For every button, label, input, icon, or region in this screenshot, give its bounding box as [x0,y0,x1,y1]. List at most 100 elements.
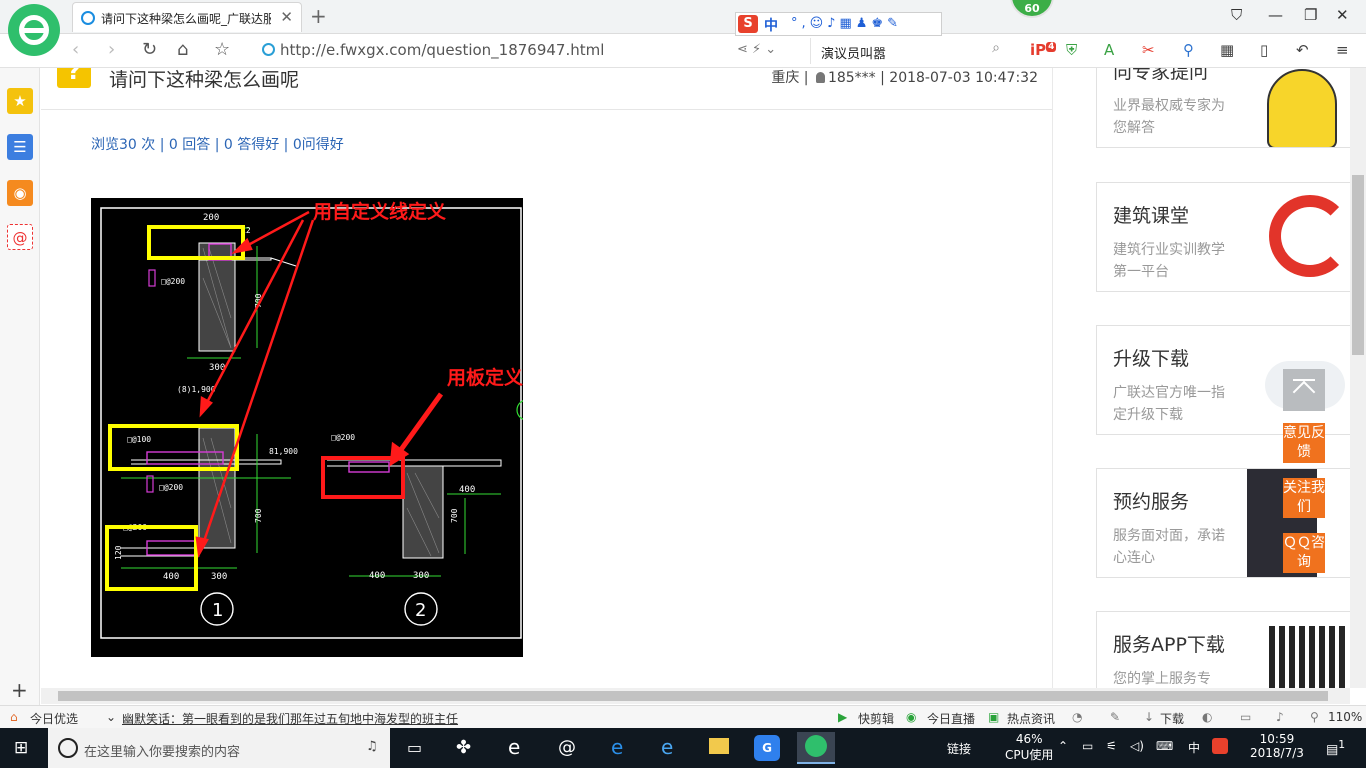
minimize-icon[interactable]: — [1268,6,1283,24]
email-icon[interactable]: @ [7,224,33,250]
file-explorer-icon[interactable] [700,732,738,764]
detail-1-upper: 200 300 □@200 (8)1,900 700 12 [148,213,297,394]
ime-language[interactable]: 中 [764,15,778,35]
zoom-icon[interactable]: ⚲ [1310,710,1319,724]
undo-icon[interactable]: ↶ [1296,41,1309,59]
search-query[interactable]: 演议员叫嚣 [821,43,886,62]
swirl-app-icon[interactable]: @ [548,732,586,764]
today-live-link[interactable]: 今日直播 [927,710,975,727]
back-icon[interactable]: ‹ [72,39,79,60]
ext-ip-icon[interactable]: iP 4 [1030,41,1057,59]
refresh-icon[interactable]: ↻ [142,39,157,60]
gift-icon[interactable]: ⌂ [10,710,18,724]
weibo-icon[interactable]: ◉ [7,180,33,206]
restore-icon[interactable]: ❐ [1304,6,1317,24]
horizontal-scroll-thumb[interactable] [58,691,1328,701]
share-icon[interactable]: ⋖ ⚡ ⌄ [737,42,776,57]
card-classroom[interactable]: 建筑课堂 建筑行业实训教学第一平台 [1096,182,1350,292]
question-title: 请问下这种梁怎么画呢 [109,69,300,91]
card-app-download[interactable]: 服务APP下载 您的掌上服务专 [1096,611,1350,688]
sogou-tray-icon[interactable] [1212,738,1228,754]
title-bar: 请问下这种梁怎么画呢_广联达服 ✕ + 60 ⛉ — ❐ ✕ [0,0,1366,34]
download-icon[interactable]: ↓ [1144,710,1154,724]
zoom-level[interactable]: 110% [1328,710,1362,724]
dim-700-3: 700 [450,508,459,523]
taskbar-search-placeholder[interactable]: 在这里输入你要搜索的内容 [84,741,240,760]
browser-tab[interactable]: 请问下这种梁怎么画呢_广联达服 ✕ [72,2,302,32]
reading-list-icon[interactable]: ☰ [7,134,33,160]
vertical-scroll-thumb[interactable] [1352,175,1364,355]
today-picks-link[interactable]: 今日优选 [30,710,78,727]
keyboard-icon[interactable]: ⌨ [1156,739,1173,753]
new-tab-button[interactable]: + [310,4,327,28]
screenshot-icon[interactable]: ✂ [1142,41,1155,59]
question-user[interactable]: 185*** [828,70,876,86]
score-badge[interactable]: 60 [1010,0,1054,18]
add-sidebar-icon[interactable]: + [11,678,28,702]
home-icon[interactable]: ⌂ [177,39,188,60]
ime-toolbar[interactable]: S 中 °,☺♪▦♟♚✎ [735,12,942,36]
tab-close-icon[interactable]: ✕ [280,8,293,26]
window-icon[interactable]: ▭ [1240,710,1251,724]
link-toolbar[interactable]: 链接 [947,740,971,757]
active-browser-icon[interactable] [797,732,835,764]
network-icon[interactable]: ⚟ [1106,739,1117,753]
ime-tray[interactable]: 中 [1188,739,1200,756]
feedback-button[interactable]: 意见反馈 [1283,423,1325,463]
hot-news-link[interactable]: 热点资讯 [1007,710,1055,727]
card-ask-expert[interactable]: 向专家提问 业界最权威专家为您解答 [1096,68,1350,148]
qq-consult-button[interactable]: ＱＱ咨询 [1283,533,1325,573]
clip-icon: ▶ [838,710,848,724]
search-box[interactable]: 演议员叫嚣 ⌕ [810,38,1010,64]
sogou-icon[interactable]: S [738,15,758,33]
zoom-search-icon[interactable]: ⚲ [1183,41,1194,59]
phone-icon[interactable]: ▯ [1260,41,1268,59]
ime-tools-icon[interactable]: °,☺♪▦♟♚✎ [791,16,902,31]
quick-clip-link[interactable]: 快剪辑 [858,710,894,727]
pin-icon[interactable]: ✎ [1110,710,1120,724]
task-view-icon[interactable]: ▭ [398,732,436,764]
tray-chevron-icon[interactable]: ⌃ [1058,739,1068,753]
favorites-star-icon[interactable]: ★ [7,88,33,114]
glodon-app-icon[interactable]: G [748,732,786,764]
battery-icon[interactable]: ▭ [1082,739,1093,753]
browser-e-icon[interactable]: e [498,732,536,764]
news-ticker-link[interactable]: 幽默笑话：第一眼看到的是我们那年过五旬地中海发型的班主任 [122,710,458,727]
follow-us-button[interactable]: 关注我们 [1283,478,1325,518]
back-to-top-button[interactable] [1283,369,1325,411]
card-title: 向专家提问 [1113,68,1209,83]
shield-icon[interactable]: ⛨ [1066,41,1077,59]
download-link[interactable]: 下载 [1160,710,1184,727]
card-desc: 您的掌上服务专 [1113,671,1211,687]
search-icon[interactable]: ⌕ [992,40,1000,56]
favorite-star-icon[interactable]: ☆ [214,39,230,60]
windows-start-icon[interactable]: ⊞ [14,738,28,758]
speed-icon[interactable]: ◔ [1072,710,1082,724]
annotation-slab: 用板定义 [447,366,523,389]
cpu-usage[interactable]: 46% CPU使用 [1005,732,1053,763]
volume-tray-icon[interactable]: ◁) [1130,739,1144,753]
chevron-down-icon[interactable]: ⌄ [106,710,116,724]
edge-icon[interactable]: e [600,732,638,764]
cortana-icon[interactable] [58,738,78,758]
url-field[interactable]: http://e.fwxgx.com/question_1876947.html [262,41,604,59]
accelerate-icon[interactable]: ◐ [1202,710,1212,724]
menu-icon[interactable]: ≡ [1336,41,1349,59]
skin-icon[interactable]: ⛉ [1231,6,1242,24]
question-location: 重庆 | [771,70,809,86]
browser-logo[interactable] [8,4,60,56]
clock[interactable]: 10:59 2018/7/3 [1250,732,1304,760]
apps-grid-icon[interactable]: ▦ [1220,41,1234,59]
cad-drawing-image[interactable]: 200 300 □@200 (8)1,900 700 12 □@100 □@20… [91,198,523,657]
close-window-icon[interactable]: ✕ [1336,6,1349,24]
forward-icon[interactable]: › [108,39,115,60]
notification-icon[interactable]: ▤1 [1326,738,1345,757]
ie-icon[interactable]: e [650,732,688,764]
taskbar-search[interactable]: 在这里输入你要搜索的内容 ♫ [48,728,390,768]
fan-app-icon[interactable]: ✤ [446,732,484,764]
microphone-icon[interactable]: ♫ [366,739,378,754]
volume-icon[interactable]: ♪ [1276,710,1284,724]
cpu-label: CPU使用 [1005,748,1054,762]
translate-icon[interactable]: A [1104,41,1114,59]
vertical-scrollbar[interactable] [1350,68,1366,688]
